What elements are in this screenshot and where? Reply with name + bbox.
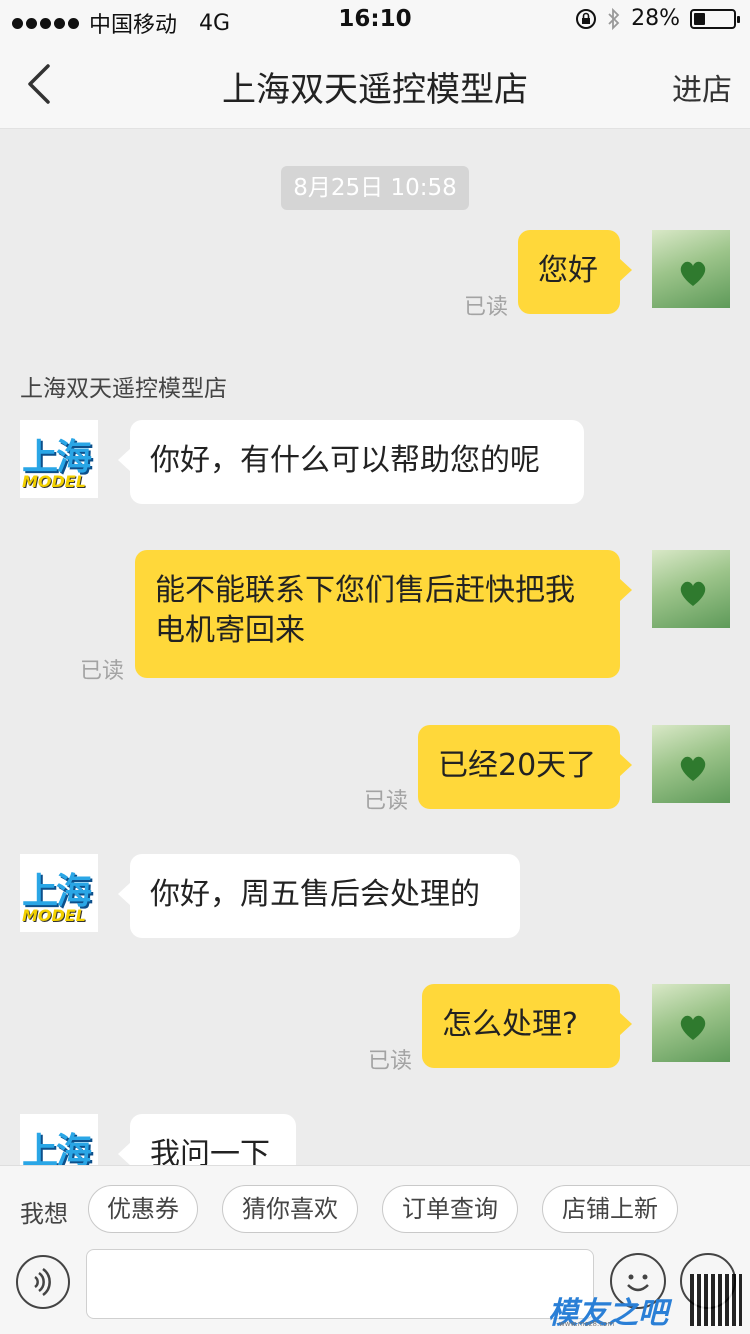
incoming-message[interactable]: 你好，有什么可以帮助您的呢 [118,420,584,504]
outgoing-message[interactable]: 能不能联系下您们售后赶快把我电机寄回来 [135,550,632,678]
coupon-button[interactable]: 优惠券 [88,1185,198,1233]
new-arrivals-button[interactable]: 店铺上新 [542,1185,678,1233]
quick-actions-label: 我想 [20,1200,68,1228]
order-query-button[interactable]: 订单查询 [382,1185,518,1233]
my-avatar[interactable] [652,230,730,308]
enter-shop-button[interactable]: 进店 [672,65,732,109]
heart-tree-icon [680,581,706,606]
status-bar: 中国移动 4G 16:10 28% [0,0,750,40]
battery-percent: 28% [631,6,680,31]
qr-code [690,1274,742,1326]
shop-avatar[interactable]: 上海 MODEL [20,1114,98,1165]
bluetooth-icon [608,7,620,30]
my-avatar[interactable] [652,550,730,628]
read-receipt: 已读 [368,1049,413,1074]
outgoing-message[interactable]: 已经20天了 [418,725,632,809]
my-avatar[interactable] [652,725,730,803]
outgoing-message[interactable]: 怎么处理? [422,984,632,1068]
sound-wave-icon [34,1267,51,1297]
shop-avatar[interactable]: 上海 MODEL [20,420,98,498]
read-receipt: 已读 [464,295,509,320]
nav-bar: 上海双天遥控模型店 进店 [0,40,750,129]
heart-tree-icon [680,261,706,286]
shop-sender-name: 上海双天遥控模型店 [20,376,227,402]
read-receipt: 已读 [80,659,125,684]
heart-tree-icon [680,1015,706,1040]
message-timestamp: 8月25日 10:58 [281,166,469,210]
heart-tree-icon [680,756,706,781]
watermark-url: www.moz8.com [559,1320,615,1328]
message-input[interactable] [86,1249,594,1319]
incoming-message[interactable]: 你好，周五售后会处理的 [118,854,520,938]
recommend-button[interactable]: 猜你喜欢 [222,1185,358,1233]
rotation-lock-icon [576,8,597,29]
shop-avatar[interactable]: 上海 MODEL [20,854,98,932]
voice-input-button[interactable] [16,1255,70,1309]
chat-scroll-area[interactable]: 8月25日 10:58 已读 您好 上海双天遥控模型店 上海 MODEL 你好，… [0,129,750,1165]
incoming-message[interactable]: 我问一下 [118,1114,296,1165]
read-receipt: 已读 [364,789,409,814]
battery-icon [690,8,740,29]
my-avatar[interactable] [652,984,730,1062]
page-title: 上海双天遥控模型店 [222,70,528,110]
outgoing-message[interactable]: 您好 [518,230,632,314]
quick-actions-bar: 我想 优惠券 猜你喜欢 订单查询 店铺上新 [0,1165,750,1250]
